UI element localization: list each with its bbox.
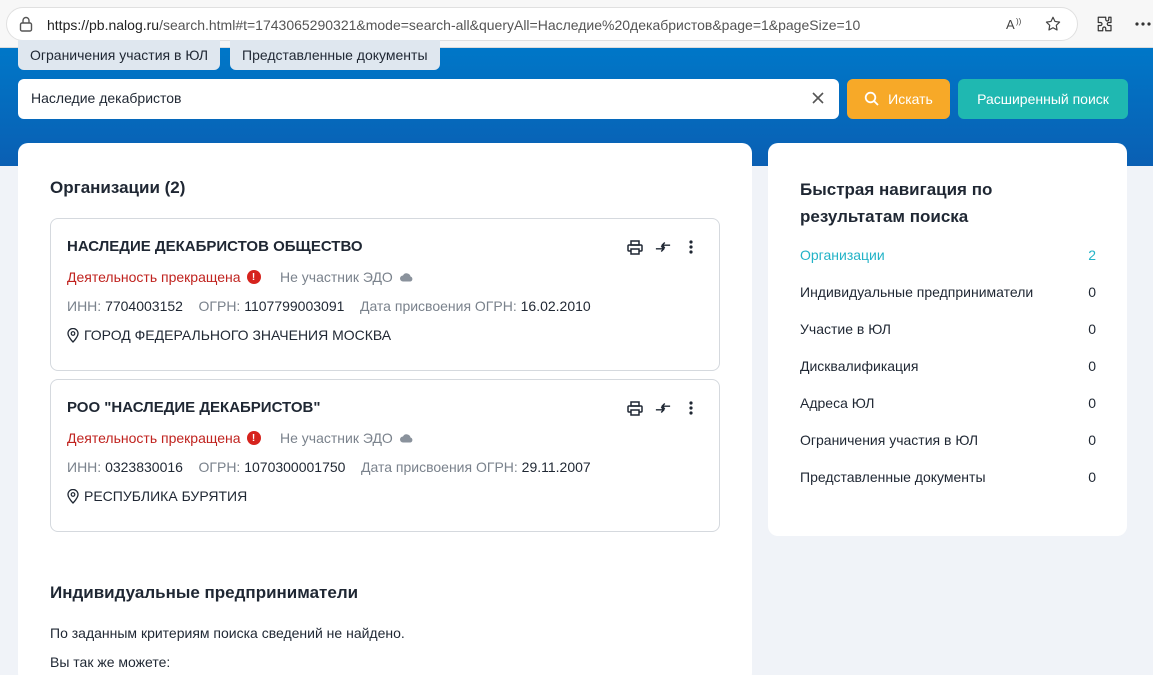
quick-navigation-title: Быстрая навигация по результатам поиска bbox=[800, 180, 993, 226]
svg-text:A: A bbox=[1006, 17, 1015, 32]
org-card[interactable]: РОО "НАСЛЕДИЕ ДЕКАБРИСТОВ" Деятельность … bbox=[50, 379, 720, 532]
tab-documents-label: Представленные документы bbox=[242, 47, 428, 63]
tab-documents[interactable]: Представленные документы bbox=[230, 40, 440, 70]
location-pin-icon bbox=[67, 488, 79, 504]
read-aloud-icon[interactable]: A)) bbox=[1004, 13, 1026, 35]
org-edo: Не участник ЭДО bbox=[280, 430, 414, 446]
nav-item-label: Индивидуальные предприниматели bbox=[800, 284, 1034, 300]
tab-restrictions[interactable]: Ограничения участия в ЮЛ bbox=[18, 40, 221, 70]
nav-item-documents[interactable]: Представленные документы 0 bbox=[800, 469, 1096, 489]
nav-item-count: 0 bbox=[1088, 469, 1096, 485]
cloud-icon bbox=[399, 273, 413, 282]
address-bar[interactable]: https://pb.nalog.ru/search.html#t=174306… bbox=[6, 7, 1078, 41]
org-status: Деятельность прекращена ! bbox=[67, 430, 261, 446]
org-details: ИНН: 7704003152 ОГРН: 1107799003091 Дата… bbox=[67, 298, 591, 314]
inn-label: ИНН: bbox=[67, 459, 102, 475]
tab-restrictions-label: Ограничения участия в ЮЛ bbox=[30, 47, 209, 63]
print-icon[interactable] bbox=[627, 239, 643, 255]
star-icon[interactable] bbox=[1042, 13, 1064, 35]
organizations-heading: Организации (2) bbox=[50, 178, 186, 197]
org-status-text: Деятельность прекращена bbox=[67, 430, 241, 446]
nav-item-entrepreneurs[interactable]: Индивидуальные предприниматели 0 bbox=[800, 284, 1096, 304]
warning-icon: ! bbox=[246, 431, 261, 445]
compare-icon[interactable] bbox=[655, 400, 671, 416]
more-vertical-icon[interactable] bbox=[683, 400, 699, 416]
org-edo-text: Не участник ЭДО bbox=[280, 269, 393, 285]
lock-icon[interactable] bbox=[19, 16, 33, 32]
org-address: ГОРОД ФЕДЕРАЛЬНОГО ЗНАЧЕНИЯ МОСКВА bbox=[67, 327, 391, 343]
search-icon bbox=[864, 91, 879, 106]
puzzle-icon[interactable] bbox=[1094, 13, 1116, 35]
nav-item-count: 0 bbox=[1088, 395, 1096, 411]
org-name[interactable]: НАСЛЕДИЕ ДЕКАБРИСТОВ ОБЩЕСТВО bbox=[67, 238, 363, 255]
url-text[interactable]: https://pb.nalog.ru/search.html#t=174306… bbox=[47, 17, 860, 33]
clear-icon[interactable] bbox=[809, 89, 827, 107]
nav-item-count: 0 bbox=[1088, 321, 1096, 337]
org-name[interactable]: РОО "НАСЛЕДИЕ ДЕКАБРИСТОВ" bbox=[67, 399, 320, 416]
org-address: РЕСПУБЛИКА БУРЯТИЯ bbox=[67, 488, 247, 504]
nav-item-count: 0 bbox=[1088, 358, 1096, 374]
nav-item-organizations[interactable]: Организации 2 bbox=[800, 247, 1096, 267]
org-details: ИНН: 0323830016 ОГРН: 1070300001750 Дата… bbox=[67, 459, 591, 475]
org-card[interactable]: НАСЛЕДИЕ ДЕКАБРИСТОВ ОБЩЕСТВО Деятельнос… bbox=[50, 218, 720, 371]
ip-not-found-text: По заданным критериям поиска сведений не… bbox=[50, 625, 405, 641]
nav-item-addresses[interactable]: Адреса ЮЛ 0 bbox=[800, 395, 1096, 415]
svg-text:)): )) bbox=[1016, 17, 1022, 26]
ogrn-date-label: Дата присвоения ОГРН: bbox=[361, 459, 518, 475]
nav-item-disqualification[interactable]: Дисквалификация 0 bbox=[800, 358, 1096, 378]
inn-label: ИНН: bbox=[67, 298, 102, 314]
cloud-icon bbox=[399, 434, 413, 443]
inn-value: 7704003152 bbox=[105, 298, 183, 314]
url-host: https://pb.nalog.ru bbox=[47, 17, 160, 33]
nav-item-label: Участие в ЮЛ bbox=[800, 321, 891, 337]
ip-also-text: Вы так же можете: bbox=[50, 654, 171, 670]
nav-item-label: Ограничения участия в ЮЛ bbox=[800, 432, 979, 448]
search-button-label: Искать bbox=[888, 91, 933, 107]
print-icon[interactable] bbox=[627, 400, 643, 416]
nav-item-participation[interactable]: Участие в ЮЛ 0 bbox=[800, 321, 1096, 341]
nav-item-restrictions[interactable]: Ограничения участия в ЮЛ 0 bbox=[800, 432, 1096, 452]
search-input[interactable]: Наследие декабристов bbox=[18, 79, 839, 119]
ogrn-date-value: 16.02.2010 bbox=[520, 298, 591, 314]
nav-item-label: Дисквалификация bbox=[800, 358, 919, 374]
search-input-value: Наследие декабристов bbox=[31, 90, 182, 106]
nav-item-count: 2 bbox=[1088, 247, 1096, 263]
nav-item-count: 0 bbox=[1088, 284, 1096, 300]
inn-value: 0323830016 bbox=[105, 459, 183, 475]
org-actions bbox=[627, 400, 699, 416]
advanced-search-button[interactable]: Расширенный поиск bbox=[958, 79, 1128, 119]
nav-item-count: 0 bbox=[1088, 432, 1096, 448]
warning-icon: ! bbox=[246, 270, 261, 284]
ogrn-value: 1107799003091 bbox=[244, 298, 345, 314]
search-button[interactable]: Искать bbox=[847, 79, 950, 119]
org-status: Деятельность прекращена ! bbox=[67, 269, 261, 285]
ogrn-value: 1070300001750 bbox=[244, 459, 346, 475]
org-address-text: РЕСПУБЛИКА БУРЯТИЯ bbox=[84, 488, 248, 504]
ip-heading: Индивидуальные предприниматели bbox=[50, 583, 359, 602]
nav-item-label: Организации bbox=[800, 247, 885, 263]
org-edo: Не участник ЭДО bbox=[280, 269, 414, 285]
compare-icon[interactable] bbox=[655, 239, 671, 255]
org-address-text: ГОРОД ФЕДЕРАЛЬНОГО ЗНАЧЕНИЯ МОСКВА bbox=[84, 327, 392, 343]
results-panel: Организации (2) НАСЛЕДИЕ ДЕКАБРИСТОВ ОБЩ… bbox=[18, 143, 752, 675]
location-pin-icon bbox=[67, 327, 79, 343]
org-edo-text: Не участник ЭДО bbox=[280, 430, 393, 446]
nav-item-label: Представленные документы bbox=[800, 469, 986, 485]
org-actions bbox=[627, 239, 699, 255]
advanced-search-label: Расширенный поиск bbox=[977, 91, 1109, 107]
nav-item-label: Адреса ЮЛ bbox=[800, 395, 875, 411]
ogrn-date-value: 29.11.2007 bbox=[521, 459, 591, 475]
ogrn-date-label: Дата присвоения ОГРН: bbox=[359, 298, 517, 314]
url-path: /search.html#t=1743065290321&mode=search… bbox=[159, 17, 861, 33]
ogrn-label: ОГРН: bbox=[198, 298, 241, 314]
more-vertical-icon[interactable] bbox=[683, 239, 699, 255]
ogrn-label: ОГРН: bbox=[198, 459, 241, 475]
ellipsis-icon[interactable] bbox=[1132, 13, 1153, 35]
org-status-text: Деятельность прекращена bbox=[67, 269, 241, 285]
quick-navigation-panel: Быстрая навигация по результатам поиска … bbox=[768, 143, 1127, 536]
